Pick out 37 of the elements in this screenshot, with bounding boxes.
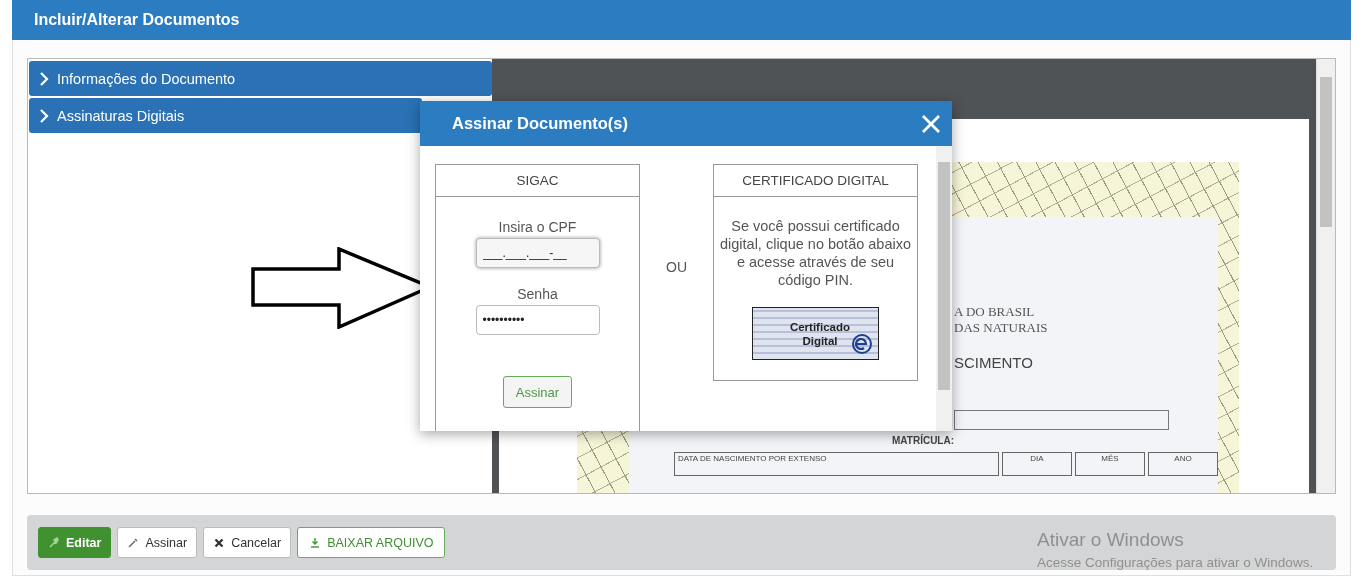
cpf-input[interactable]: ___.___.___-__ <box>475 238 600 268</box>
page-title: Incluir/Alterar Documentos <box>34 11 240 29</box>
scrollbar[interactable] <box>1316 59 1335 493</box>
password-input[interactable]: •••••••••• <box>475 305 600 335</box>
toolbar-button[interactable]: BAIXAR ARQUIVO <box>297 527 446 558</box>
download-icon <box>309 536 322 549</box>
pencil-icon <box>127 536 140 549</box>
document-field-label: MATRÍCULA: <box>892 435 955 446</box>
document-date-box: DATA DE NASCIMENTO POR EXTENSO <box>674 452 999 476</box>
separator-text: OU <box>665 259 688 275</box>
document-heading: SCIMENTO <box>953 354 1034 371</box>
document-date-box: MÊS <box>1075 452 1145 476</box>
e-logo-icon <box>852 334 872 354</box>
activation-text: Acesse Configurações para ativar o Windows. <box>1037 555 1314 570</box>
document-text: A DO BRASIL <box>954 304 1035 320</box>
dialog-scrollbar[interactable] <box>936 146 952 431</box>
field-label: Insira o CPF <box>498 219 577 235</box>
toolbar-button[interactable]: Editar <box>38 527 112 558</box>
wrench-icon <box>48 536 60 549</box>
chevron-icon <box>39 108 49 123</box>
close-icon <box>213 536 226 549</box>
panel-title: CERTIFICADO DIGITAL <box>714 165 917 197</box>
toolbar-button[interactable]: Assinar <box>117 527 198 558</box>
activation-title: Ativar o Windows <box>1037 529 1185 551</box>
certificate-description: Se você possui certificado digital, clique no botão abaixo e acesse através de seu código PIN. <box>718 217 913 289</box>
accordion-header[interactable]: Informações do Documento <box>29 61 492 96</box>
dialog-title: Assinar Documento(s) <box>452 114 629 133</box>
document-date-box: DIA <box>1002 452 1072 476</box>
accordion-header[interactable]: Assinaturas Digitais <box>29 98 422 133</box>
chevron-icon <box>39 71 49 86</box>
certificate-button[interactable]: Certificado Digital <box>752 307 879 360</box>
close-button[interactable] <box>920 112 942 135</box>
document-date-box: ANO <box>1148 452 1218 476</box>
document-text: DAS NATURAIS <box>954 320 1048 336</box>
toolbar-button[interactable]: Cancelar <box>203 527 292 558</box>
panel-title: SIGAC <box>436 165 639 197</box>
field-label: Senha <box>517 286 558 302</box>
